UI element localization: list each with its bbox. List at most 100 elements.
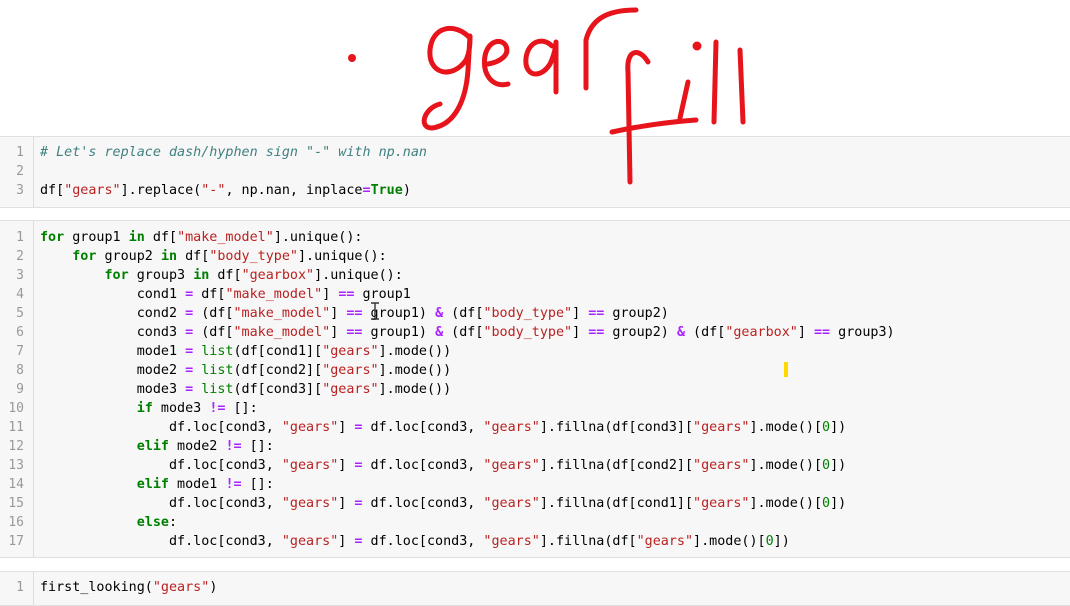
code-line[interactable]: 2 for group2 in df["body_type"].unique()… [0,247,1070,266]
code-token: group3) [830,325,895,340]
code-token: ].mode()) [378,382,452,397]
code-token: : [169,515,178,530]
code-token: "body_type" [209,249,298,264]
code-token: df.loc[cond3, [362,534,484,549]
code-token: "gearbox" [241,268,315,283]
line-number: 7 [16,344,24,359]
code-line[interactable]: 3 df["gears"].replace("-", np.nan, inplac… [0,181,1070,200]
code-token: df[ [144,230,178,245]
code-token: == [814,325,831,340]
code-text: cond3 = (df["make_model"] == group1) & (… [40,323,895,342]
code-token: ].mode()[ [693,534,766,549]
code-token: True [370,183,403,198]
code-line[interactable]: 8 mode2 = list(df[cond2]["gears"].mode()… [0,361,1070,380]
code-token: "gears" [636,534,694,549]
code-token: df.loc[cond3, [40,496,282,511]
code-text: mode3 = list(df[cond3]["gears"].mode()) [40,380,451,399]
code-line[interactable]: 4 cond1 = df["make_model"] == group1 [0,285,1070,304]
code-token: ].fillna(df[ [539,534,637,549]
code-token: ].unique(): [273,230,363,245]
code-token: (df[ [443,306,484,321]
code-text: first_looking("gears") [40,578,217,597]
line-number: 10 [8,401,24,416]
code-token: = [362,183,371,198]
code-token: list [201,382,234,397]
code-token: ] [338,420,355,435]
code-token: (df[ [193,306,234,321]
code-token: "gears" [483,420,540,435]
code-token: df.loc[cond3, [40,534,282,549]
code-token: df[ [177,249,210,264]
code-line[interactable]: 7 mode1 = list(df[cond1]["gears"].mode()… [0,342,1070,361]
code-token: group1 [354,287,411,302]
line-number: 2 [16,249,24,264]
code-line[interactable]: 6 cond3 = (df["make_model"] == group1) &… [0,323,1070,342]
code-token: else [136,515,169,530]
code-line[interactable]: 14 elif mode1 != []: [0,475,1070,494]
code-token: ] [338,458,355,473]
line-number: 9 [16,382,24,397]
code-token: "make_model" [177,230,274,245]
code-line[interactable]: 1 for group1 in df["make_model"].unique()… [0,228,1070,247]
code-token: "make_model" [233,325,331,340]
code-cell-2[interactable]: 1 for group1 in df["make_model"].unique()… [0,220,1070,558]
code-token: != [225,477,242,492]
code-line[interactable]: 13 df.loc[cond3, "gears"] = df.loc[cond3… [0,456,1070,475]
code-line[interactable]: 5 cond2 = (df["make_model"] == group1) &… [0,304,1070,323]
code-token: 0 [822,458,831,473]
code-text: if mode3 != []: [40,399,258,418]
code-line[interactable]: 3 for group3 in df["gearbox"].unique(): [0,266,1070,285]
code-token: mode2 [40,363,186,378]
code-token: ] [338,534,355,549]
code-line[interactable]: 16 else: [0,513,1070,532]
highlight-marker [784,362,788,377]
code-token: "gears" [322,363,379,378]
code-token: group3 [128,268,194,283]
code-line[interactable]: 1 # Let's replace dash/hyphen sign "-" wi… [0,143,1070,162]
code-token: = [185,344,194,359]
code-token: ].mode()) [378,363,452,378]
code-token: for [72,249,97,264]
code-line[interactable]: 11 df.loc[cond3, "gears"] = df.loc[cond3… [0,418,1070,437]
code-token: "make_model" [225,287,323,302]
line-number: 12 [8,439,24,454]
code-token: "-" [201,183,226,198]
code-line[interactable]: 15 df.loc[cond3, "gears"] = df.loc[cond3… [0,494,1070,513]
code-token: == [338,287,355,302]
code-line[interactable]: 10 if mode3 != []: [0,399,1070,418]
code-line[interactable]: 1 first_looking("gears") [0,578,1070,597]
code-token: mode1 [169,477,226,492]
code-token: group1) [362,325,436,340]
code-line[interactable]: 12 elif mode2 != []: [0,437,1070,456]
code-line[interactable]: 9 mode3 = list(df[cond3]["gears"].mode()… [0,380,1070,399]
code-token: 0 [765,534,774,549]
code-token: = [185,325,194,340]
code-token: []: [225,401,258,416]
code-token: "gears" [483,496,540,511]
code-token: ].fillna(df[cond2][ [539,458,694,473]
code-token: ].replace( [120,183,202,198]
code-token: cond2 [40,306,186,321]
code-token: ) [402,183,411,198]
code-token: "gears" [483,534,540,549]
code-cell-3[interactable]: 1 first_looking("gears") [0,571,1070,606]
code-text: for group1 in df["make_model"].unique(): [40,228,363,247]
code-token: []: [241,477,274,492]
code-cell-1[interactable]: 1 # Let's replace dash/hyphen sign "-" wi… [0,136,1070,208]
line-number: 15 [8,496,24,511]
code-token: (df[ [193,325,234,340]
code-text: mode2 = list(df[cond2]["gears"].mode()) [40,361,451,380]
code-token: == [588,306,605,321]
code-token: ].fillna(df[cond3][ [539,420,694,435]
line-number: 3 [16,183,24,198]
code-line[interactable]: 2 [0,162,1070,181]
code-token: "gears" [281,496,339,511]
code-token: # Let's replace dash/hyphen sign "-" wit… [40,145,427,160]
code-token: ] [338,496,355,511]
code-token: df[ [40,183,65,198]
code-line[interactable]: 17 df.loc[cond3, "gears"] = df.loc[cond3… [0,532,1070,551]
line-number: 8 [16,363,24,378]
code-text: df["gears"].replace("-", np.nan, inplace… [40,181,411,200]
